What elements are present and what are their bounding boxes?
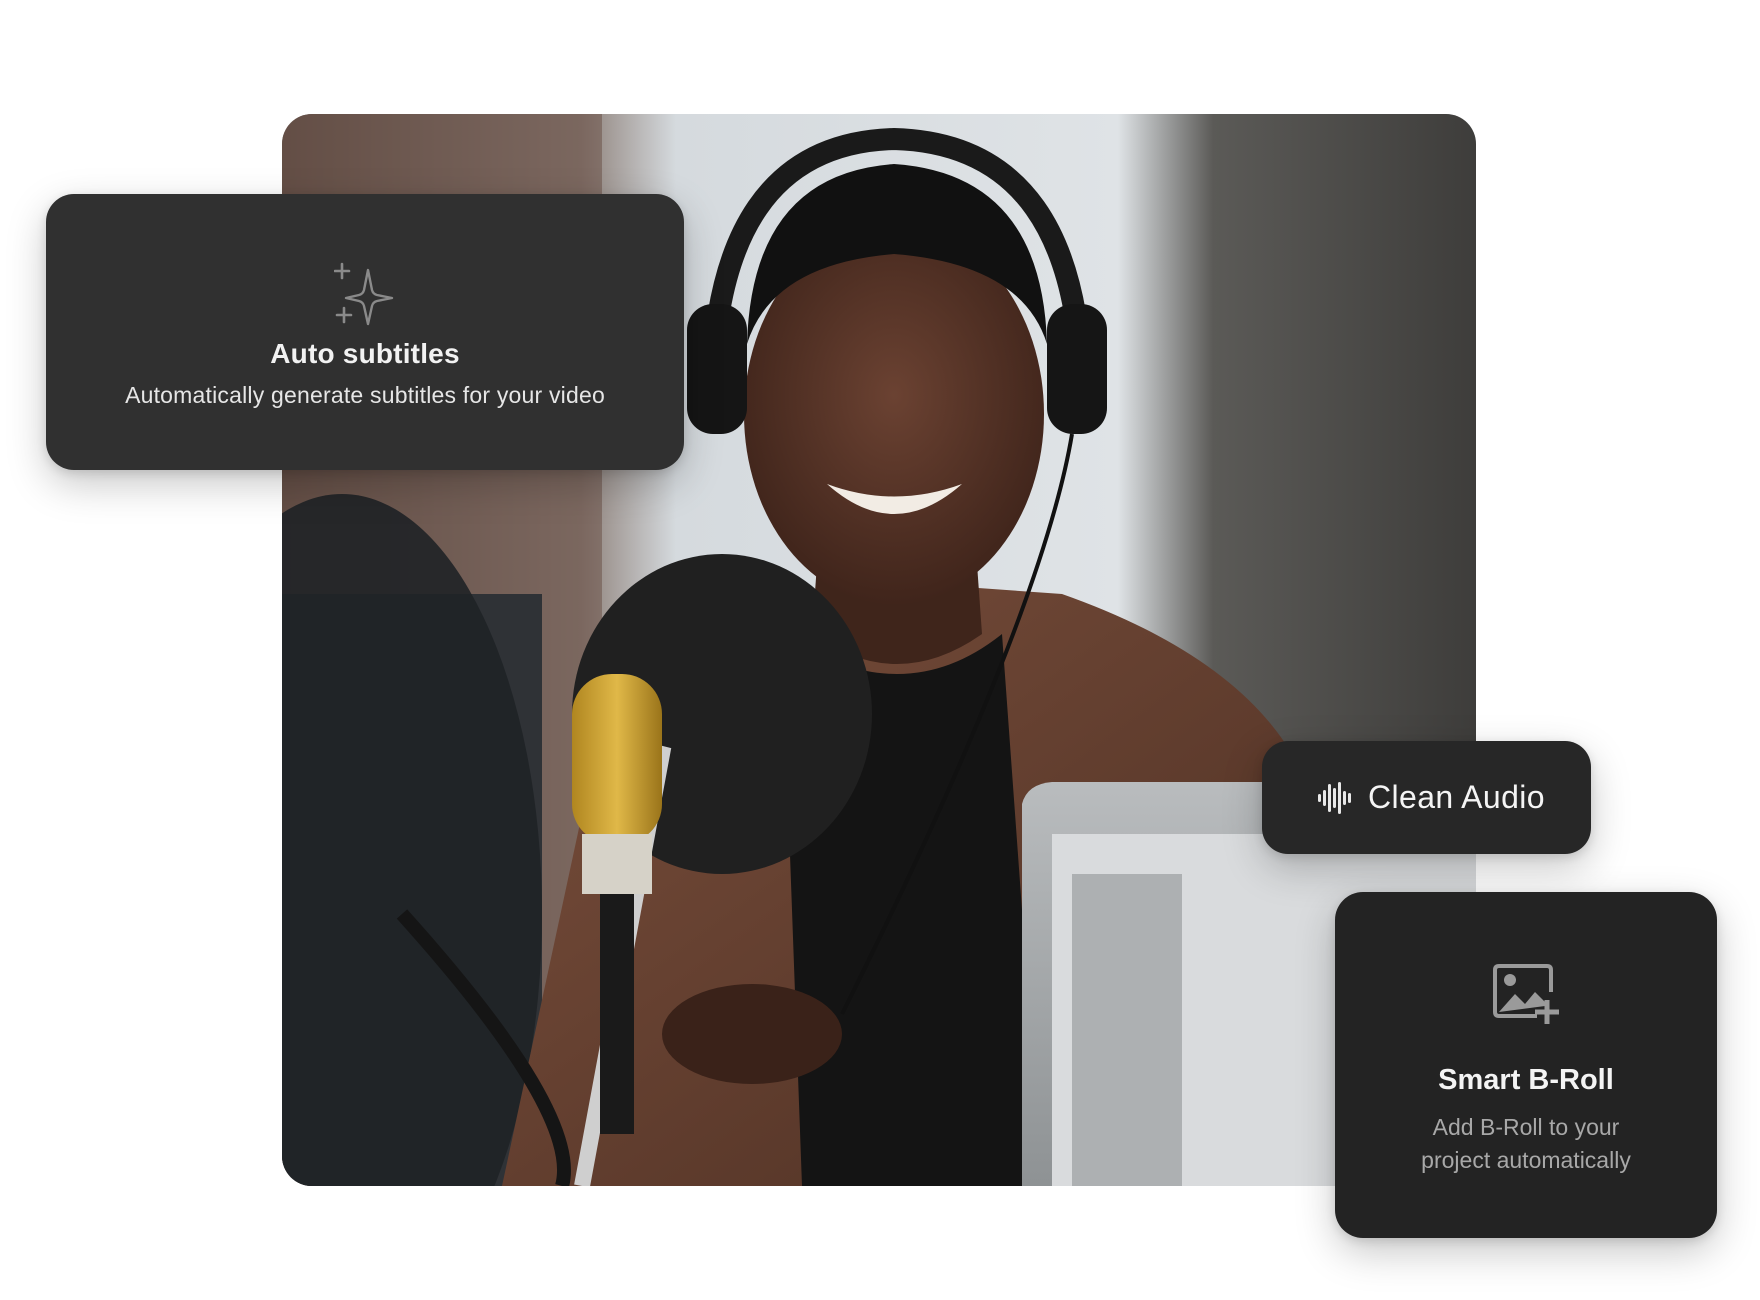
clean-audio-label: Clean Audio <box>1368 779 1545 815</box>
image-add-icon <box>1493 964 1559 1024</box>
smart-broll-title: Smart B-Roll <box>1438 1064 1614 1096</box>
feature-showcase: Auto subtitles Automatically generate su… <box>0 0 1760 1300</box>
sparkle-icon <box>334 262 394 326</box>
smart-broll-description: Add B-Roll to your project automatically <box>1421 1114 1631 1173</box>
auto-subtitles-card[interactable]: Auto subtitles Automatically generate su… <box>46 194 684 470</box>
auto-subtitles-title: Auto subtitles <box>270 338 460 369</box>
sound-wave-icon <box>1318 781 1351 814</box>
clean-audio-card[interactable]: Clean Audio <box>1262 741 1591 854</box>
smart-broll-card[interactable]: Smart B-Roll Add B-Roll to your project … <box>1335 892 1717 1238</box>
auto-subtitles-description: Automatically generate subtitles for you… <box>125 382 605 408</box>
